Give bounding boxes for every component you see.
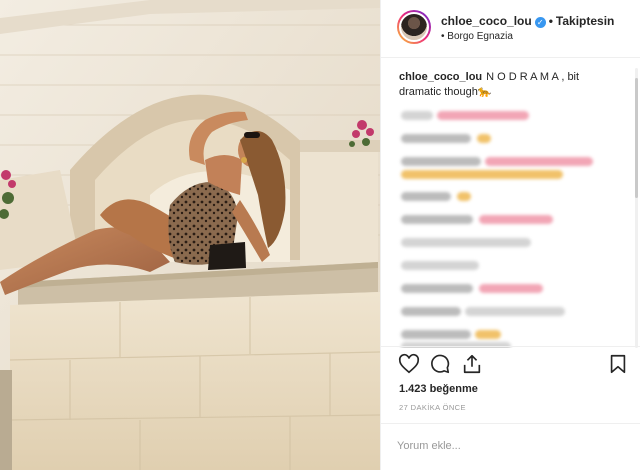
blurred-comment bbox=[399, 131, 619, 147]
comment-icon[interactable] bbox=[429, 353, 451, 375]
blurred-comment bbox=[399, 258, 619, 274]
blurred-comment bbox=[399, 108, 619, 124]
header-user-line: chloe_coco_lou ✓ • Takiptesin bbox=[441, 14, 614, 28]
header-username[interactable]: chloe_coco_lou bbox=[441, 14, 532, 28]
heart-icon[interactable] bbox=[398, 353, 420, 375]
caption-username[interactable]: chloe_coco_lou bbox=[399, 71, 482, 83]
location-link[interactable]: Borgo Egnazia bbox=[447, 31, 513, 42]
add-comment-bar bbox=[381, 423, 640, 470]
blurred-comment bbox=[399, 154, 619, 182]
post-photo[interactable] bbox=[0, 0, 380, 470]
bookmark-icon[interactable] bbox=[607, 353, 629, 375]
comments-scrollbar[interactable] bbox=[635, 68, 638, 348]
post-timestamp[interactable]: 27 DAKİKA ÖNCE bbox=[399, 403, 466, 412]
following-button[interactable]: Takiptesin bbox=[556, 14, 614, 28]
avatar[interactable] bbox=[397, 10, 431, 44]
blurred-comment bbox=[399, 189, 619, 205]
blurred-comment bbox=[399, 235, 619, 251]
header-separator: • bbox=[548, 14, 553, 28]
comments-list[interactable]: chloe_coco_lou N O D R A M A , bit dramat… bbox=[381, 58, 635, 348]
blurred-comment bbox=[399, 327, 619, 348]
location-line: • Borgo Egnazia bbox=[441, 31, 513, 42]
post-sidebar: chloe_coco_lou ✓ • Takiptesin • Borgo Egnaz… bbox=[380, 0, 640, 470]
blurred-comment bbox=[399, 281, 619, 297]
post-caption: chloe_coco_lou N O D R A M A , bit dramat… bbox=[399, 70, 619, 100]
likes-count[interactable]: 1.423 beğenme bbox=[399, 383, 478, 395]
comment-input[interactable] bbox=[397, 434, 625, 458]
post-image bbox=[0, 0, 380, 470]
location-bullet: • bbox=[441, 31, 445, 42]
blurred-comment bbox=[399, 304, 619, 320]
scrollbar-thumb[interactable] bbox=[635, 78, 638, 198]
blurred-comment bbox=[399, 212, 619, 228]
share-icon[interactable] bbox=[461, 353, 483, 375]
verified-badge-icon: ✓ bbox=[534, 17, 546, 28]
post-header: chloe_coco_lou ✓ • Takiptesin • Borgo Egnaz… bbox=[381, 0, 640, 58]
avatar-image bbox=[399, 12, 429, 42]
post-actions: 1.423 beğenme 27 DAKİKA ÖNCE bbox=[381, 346, 640, 470]
